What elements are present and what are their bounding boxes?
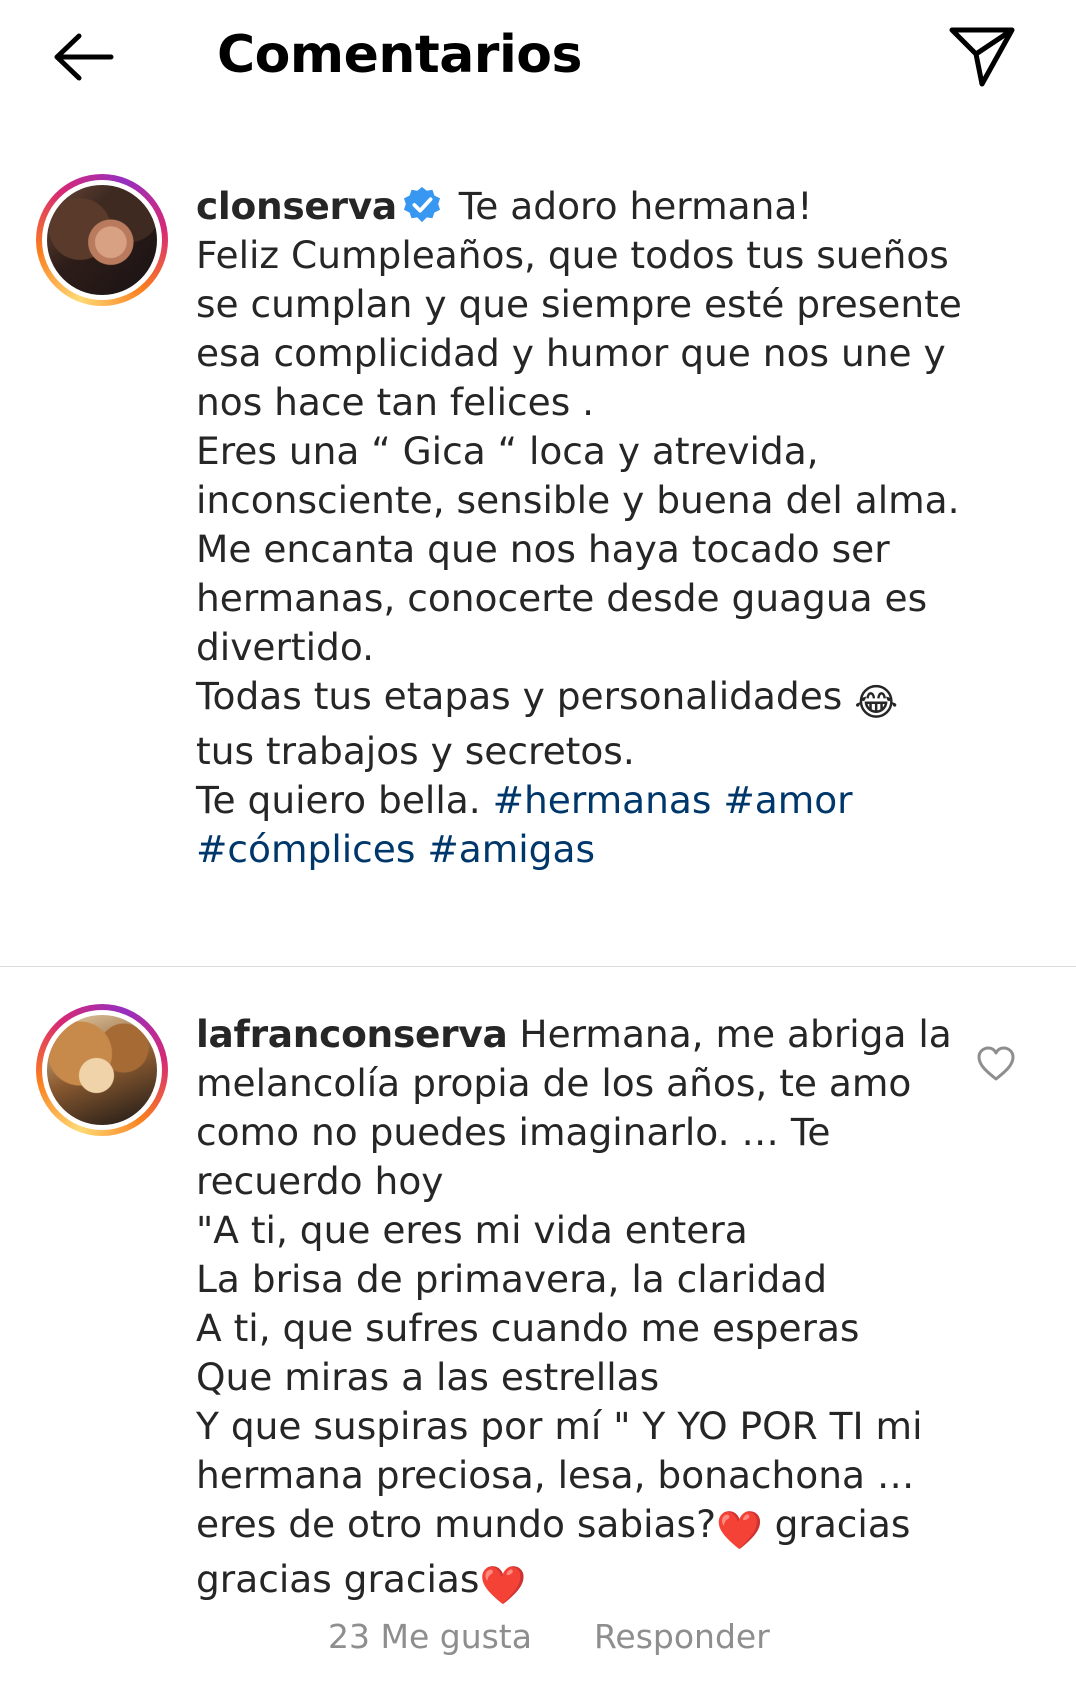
share-button[interactable] [944,18,1020,94]
page-title: Comentarios [217,25,582,85]
back-button[interactable] [44,24,120,90]
comment-body: lafranconserva Hermana, me abriga la mel… [196,1010,956,1610]
comment-text: Feliz Cumpleaños, que todos tus sueños s… [196,233,962,718]
arrow-left-icon [54,33,114,81]
comment-meta: 23 Me gusta Responder [328,1612,770,1662]
divider [0,966,1076,967]
paper-plane-icon [949,27,1015,87]
comment-first-line: Te adoro hermana! [446,184,813,228]
comment-username[interactable]: clonserva [196,184,397,228]
red-heart-emoji-icon: ❤️ [715,1508,763,1552]
comment-text: Hermana, me abriga la melancolía propia … [196,1012,952,1546]
hashtag-link[interactable]: #amor [723,778,852,822]
reply-button[interactable]: Responder [594,1612,770,1662]
avatar-photo [47,185,157,295]
avatar[interactable] [36,1004,168,1136]
comment-body: clonserva Te adoro hermana! Feliz Cumple… [196,182,976,874]
top-bar: Comentarios [0,0,1076,112]
red-heart-emoji-icon: ❤️ [479,1563,527,1607]
verified-badge-icon [403,186,440,223]
comment-username[interactable]: lafranconserva [196,1012,508,1056]
laughing-emoji-icon: 😂 [854,680,899,724]
avatar[interactable] [36,174,168,306]
avatar-photo [47,1015,157,1125]
like-count[interactable]: 23 Me gusta [328,1612,532,1662]
hashtag-link[interactable]: #cómplices [196,827,415,871]
hashtag-link[interactable]: #amigas [427,827,595,871]
like-button[interactable] [976,1044,1016,1084]
heart-outline-icon [977,1046,1015,1081]
hashtag-link[interactable]: #hermanas [493,778,712,822]
